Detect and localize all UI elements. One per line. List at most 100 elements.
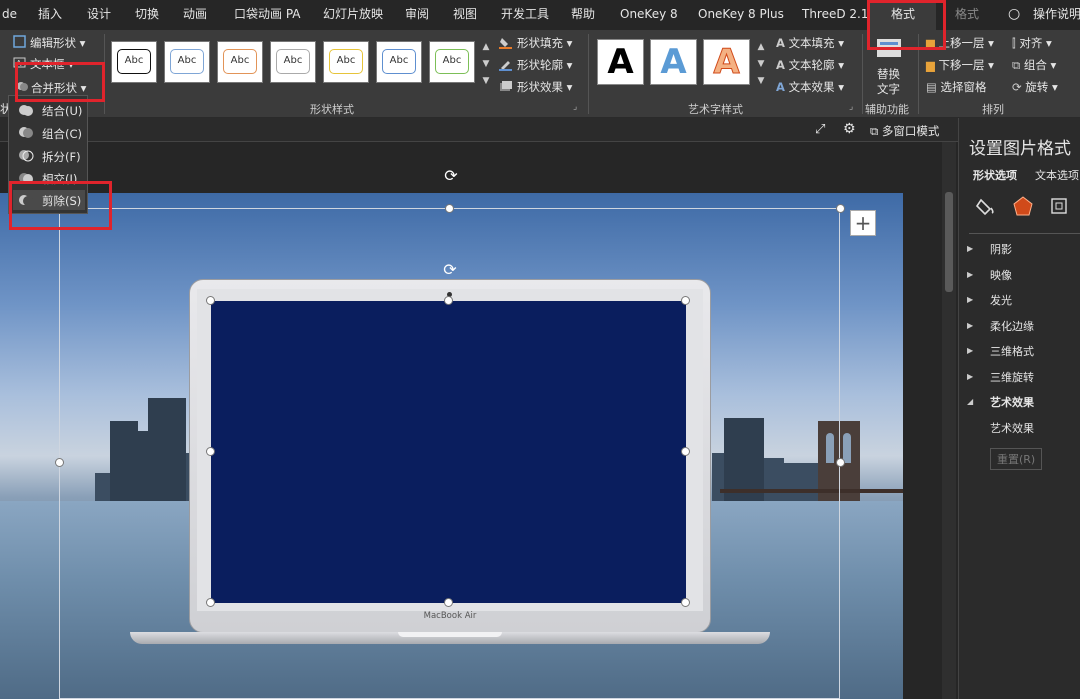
- tab-onekey8[interactable]: OneKey 8: [620, 0, 678, 30]
- tab-view[interactable]: 视图: [453, 0, 477, 30]
- laptop-notch: [398, 632, 502, 637]
- send-backward-icon: ▆: [926, 58, 935, 72]
- shape-outline-icon: [499, 61, 512, 71]
- style-gallery-down-button[interactable]: ▼: [479, 57, 493, 71]
- expand-triangle-icon: ▶: [967, 321, 974, 330]
- section-soft-edges[interactable]: 柔化边缘: [990, 318, 1034, 334]
- rotate-icon: ⟳: [1012, 80, 1022, 94]
- wordart-launcher-icon[interactable]: ⌟: [849, 102, 853, 112]
- effects-pentagon-icon[interactable]: [1013, 196, 1033, 216]
- shape-style-3[interactable]: Abc: [217, 41, 263, 83]
- section-3d-format[interactable]: 三维格式: [990, 343, 1034, 359]
- highlight-format-tab: [867, 0, 946, 50]
- reset-button[interactable]: 重置(R): [990, 448, 1043, 470]
- wordart-gallery-down-button[interactable]: ▼: [754, 57, 768, 71]
- shape-resize-handle[interactable]: [681, 296, 690, 305]
- tab-threed[interactable]: ThreeD 2.1: [802, 0, 869, 30]
- shape-resize-handle[interactable]: [444, 296, 453, 305]
- rotate-handle-icon[interactable]: ⟳: [442, 167, 460, 185]
- wordart-gallery-up-button[interactable]: ▲: [754, 40, 768, 54]
- shape-style-4[interactable]: Abc: [270, 41, 316, 83]
- expand-triangle-icon: ▶: [967, 346, 974, 355]
- layout-options-plus-icon[interactable]: +: [850, 210, 876, 236]
- size-properties-icon[interactable]: [1049, 196, 1069, 216]
- shape-rotate-handle-icon[interactable]: ⟳: [441, 261, 459, 279]
- wordart-style-1[interactable]: A: [597, 39, 644, 85]
- send-backward-button[interactable]: ▆ 下移一层 ▾: [926, 57, 994, 73]
- align-button[interactable]: ⫿ 对齐 ▾: [1012, 35, 1052, 51]
- style-gallery-more-button[interactable]: ▼: [479, 74, 493, 88]
- alt-text-button-line1[interactable]: 替换: [877, 66, 900, 82]
- tab-design[interactable]: 设计: [87, 0, 111, 30]
- tab-help[interactable]: 帮助: [571, 0, 595, 30]
- selection-pane-icon: ▤: [926, 80, 937, 94]
- section-artistic-effects[interactable]: 艺术效果: [990, 394, 1034, 410]
- menu-item-combine[interactable]: 组合(C): [42, 126, 82, 142]
- tab-pocket-animation[interactable]: 口袋动画 PA: [234, 0, 301, 30]
- shape-style-1[interactable]: Abc: [111, 41, 157, 83]
- fill-line-icon[interactable]: [976, 196, 996, 216]
- shape-effects-icon: [500, 81, 512, 91]
- style-gallery-up-button[interactable]: ▲: [479, 40, 493, 54]
- shape-style-7[interactable]: Abc: [429, 41, 475, 83]
- shape-resize-handle[interactable]: [681, 447, 690, 456]
- laptop-screen-shape[interactable]: [211, 301, 686, 603]
- scrollbar-thumb[interactable]: [945, 192, 953, 292]
- tab-slideshow[interactable]: 幻灯片放映: [323, 0, 383, 30]
- fit-slide-icon[interactable]: ⤢: [815, 122, 825, 137]
- shape-resize-handle[interactable]: [206, 598, 215, 607]
- shape-style-2[interactable]: Abc: [164, 41, 210, 83]
- section-reflection[interactable]: 映像: [990, 267, 1012, 283]
- shape-effects-button[interactable]: 形状效果 ▾: [517, 79, 572, 95]
- arrange-group-label: 排列: [982, 103, 1004, 116]
- section-3d-rotation[interactable]: 三维旋转: [990, 369, 1034, 385]
- edit-shape-button[interactable]: 编辑形状 ▾: [30, 35, 85, 51]
- section-glow[interactable]: 发光: [990, 292, 1012, 308]
- wordart-style-2[interactable]: A: [650, 39, 697, 85]
- shape-fill-button[interactable]: 形状填充 ▾: [517, 35, 572, 51]
- tab-format-shape[interactable]: 格式: [955, 0, 979, 30]
- tab-insert[interactable]: 插入: [38, 0, 62, 30]
- tab-onekey8-plus[interactable]: OneKey 8 Plus: [698, 0, 784, 30]
- tab-slide-show-partial[interactable]: de: [2, 0, 17, 30]
- tab-animations[interactable]: 动画: [183, 0, 207, 30]
- resize-handle[interactable]: [445, 204, 454, 213]
- shape-resize-handle[interactable]: [206, 447, 215, 456]
- resize-handle[interactable]: [836, 458, 845, 467]
- shape-resize-handle[interactable]: [206, 296, 215, 305]
- shape-style-5[interactable]: Abc: [323, 41, 369, 83]
- bridge-arch: [843, 433, 851, 463]
- shape-style-6[interactable]: Abc: [376, 41, 422, 83]
- text-fill-button[interactable]: A 文本填充 ▾: [776, 35, 844, 51]
- tab-developer[interactable]: 开发工具: [501, 0, 549, 30]
- tab-review[interactable]: 审阅: [405, 0, 429, 30]
- shape-resize-handle[interactable]: [444, 598, 453, 607]
- shape-resize-handle[interactable]: [681, 598, 690, 607]
- wordart-style-3[interactable]: A: [703, 39, 750, 85]
- tab-text-options[interactable]: 文本选项: [1035, 167, 1079, 183]
- accessibility-group-label: 辅助功能: [865, 103, 909, 116]
- menu-item-union[interactable]: 结合(U): [42, 103, 82, 119]
- expand-triangle-icon: ▶: [967, 270, 974, 279]
- shape-outline-button[interactable]: 形状轮廓 ▾: [517, 57, 572, 73]
- resize-handle[interactable]: [55, 458, 64, 467]
- text-outline-button[interactable]: A 文本轮廓 ▾: [776, 57, 844, 73]
- format-picture-pane: 设置图片格式 形状选项 文本选项 ▶ 阴影 ▶ 映像 ▶ 发光 ▶ 柔化边缘 ▶…: [958, 118, 1080, 699]
- selection-pane-button[interactable]: ▤ 选择窗格: [926, 79, 987, 95]
- tab-tell-me[interactable]: 操作说明: [1033, 0, 1080, 30]
- text-effects-button[interactable]: A 文本效果 ▾: [776, 79, 844, 95]
- edit-shape-icon: [13, 35, 26, 48]
- section-shadow[interactable]: 阴影: [990, 241, 1012, 257]
- wordart-gallery-more-button[interactable]: ▼: [754, 74, 768, 88]
- group-button[interactable]: ⧉ 组合 ▾: [1012, 57, 1056, 73]
- menu-item-fragment[interactable]: 拆分(F): [42, 149, 81, 165]
- vertical-scrollbar[interactable]: [942, 142, 956, 699]
- settings-gear-icon[interactable]: ⚙: [843, 121, 856, 137]
- shape-styles-launcher-icon[interactable]: ⌟: [573, 102, 577, 112]
- multi-window-button[interactable]: ⧉ 多窗口模式: [870, 123, 939, 139]
- tab-shape-options[interactable]: 形状选项: [973, 167, 1017, 183]
- rotate-button[interactable]: ⟳ 旋转 ▾: [1012, 79, 1058, 95]
- tab-transitions[interactable]: 切换: [135, 0, 159, 30]
- alt-text-button-line2[interactable]: 文字: [877, 81, 900, 97]
- resize-handle[interactable]: [836, 204, 845, 213]
